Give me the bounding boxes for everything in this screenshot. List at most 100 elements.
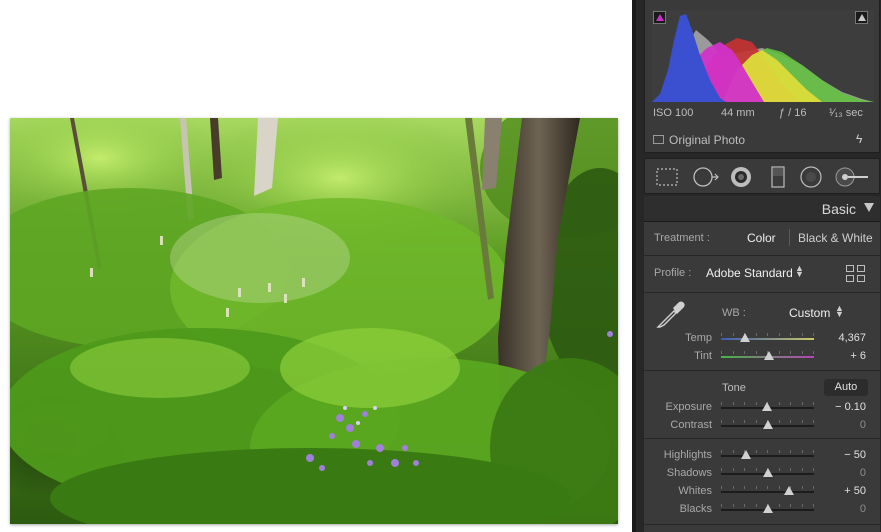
slider-tick	[721, 420, 722, 423]
slider-tick	[756, 504, 757, 507]
slider-tick	[733, 351, 734, 354]
shadows-value[interactable]: 0	[860, 467, 866, 479]
whites-slider[interactable]: Whites + 50	[644, 484, 880, 500]
treatment-color-button[interactable]: Color	[747, 231, 776, 245]
tint-thumb[interactable]	[764, 351, 775, 360]
highlights-track[interactable]	[721, 455, 814, 457]
slider-tick	[802, 351, 803, 354]
divider	[644, 438, 880, 439]
highlights-value[interactable]: − 50	[844, 449, 866, 461]
slider-tick	[779, 504, 780, 507]
wb-dropdown[interactable]: Custom	[789, 306, 830, 320]
highlight-clipping-button[interactable]	[855, 11, 868, 24]
slider-tick	[721, 504, 722, 507]
slider-tick	[756, 468, 757, 471]
slider-tick	[733, 486, 734, 489]
temp-track[interactable]	[721, 338, 814, 340]
highlights-slider[interactable]: Highlights − 50	[644, 448, 880, 464]
slider-tick	[733, 402, 734, 405]
slider-tick	[756, 402, 757, 405]
shadows-thumb[interactable]	[762, 468, 773, 477]
slider-tick	[744, 504, 745, 507]
original-photo-row: Original Photo ϟ	[645, 130, 881, 148]
treatment-label: Treatment :	[654, 232, 710, 244]
radial-filter-icon[interactable]	[799, 165, 823, 189]
adjustment-brush-icon[interactable]	[835, 165, 871, 189]
exif-aperture: ƒ / 16	[779, 107, 807, 119]
slider-tick	[813, 486, 814, 489]
slider-ticks	[721, 450, 814, 454]
blacks-thumb[interactable]	[762, 504, 773, 513]
slider-tick	[756, 351, 757, 354]
slider-tick	[744, 420, 745, 423]
slider-tick	[802, 333, 803, 336]
profile-label: Profile :	[654, 267, 692, 279]
tint-label: Tint	[694, 350, 712, 362]
slider-ticks	[721, 333, 814, 337]
exposure-thumb[interactable]	[761, 402, 772, 411]
preview-photo[interactable]	[10, 118, 618, 524]
treatment-bw-button[interactable]: Black & White	[798, 231, 873, 245]
profile-dropdown[interactable]: Adobe Standard	[706, 266, 793, 280]
highlights-thumb[interactable]	[741, 450, 752, 459]
shadow-clipping-button[interactable]	[653, 11, 666, 24]
eyedropper-icon[interactable]	[654, 297, 688, 331]
slider-tick	[802, 402, 803, 405]
slider-tick	[802, 450, 803, 453]
develop-right-panel: ISO 100 44 mm ƒ / 16 ¹⁄₁₃ sec Original P…	[636, 0, 881, 532]
contrast-thumb[interactable]	[762, 420, 773, 429]
exif-focal-length: 44 mm	[721, 107, 755, 119]
temp-slider[interactable]: Temp 4,367	[644, 331, 880, 347]
divider	[644, 255, 880, 256]
auto-tone-button[interactable]: Auto	[824, 379, 868, 396]
graduated-filter-icon[interactable]	[766, 165, 790, 189]
spot-removal-icon[interactable]	[692, 165, 719, 189]
slider-tick	[721, 402, 722, 405]
slider-tick	[721, 333, 722, 336]
exposure-slider[interactable]: Exposure − 0.10	[644, 400, 880, 416]
slider-tick	[756, 486, 757, 489]
highlights-label: Highlights	[663, 449, 712, 461]
temp-label: Temp	[685, 332, 712, 344]
red-eye-icon[interactable]	[729, 165, 753, 189]
exposure-value[interactable]: − 0.10	[835, 401, 866, 413]
slider-tick	[813, 420, 814, 423]
crop-overlay-icon[interactable]	[655, 165, 679, 189]
slider-tick	[813, 351, 814, 354]
whites-thumb[interactable]	[783, 486, 794, 495]
blacks-slider[interactable]: Blacks 0	[644, 502, 880, 518]
histogram-panel[interactable]: ISO 100 44 mm ƒ / 16 ¹⁄₁₃ sec Original P…	[644, 0, 880, 153]
basic-section-title: Basic	[821, 201, 856, 217]
blacks-value[interactable]: 0	[860, 503, 866, 515]
exif-shutter-speed: ¹⁄₁₃ sec	[829, 107, 863, 119]
tint-slider[interactable]: Tint + 6	[644, 349, 880, 365]
updown-arrows-icon[interactable]: ▲ ▼	[835, 304, 844, 319]
whites-track[interactable]	[721, 491, 814, 493]
slider-tick	[779, 468, 780, 471]
original-photo-checkbox[interactable]	[653, 135, 664, 144]
slider-tick	[721, 351, 722, 354]
forest-photo-image	[10, 118, 618, 524]
temp-thumb[interactable]	[740, 333, 751, 342]
tool-strip	[644, 158, 880, 194]
collapse-triangle-icon[interactable]	[864, 203, 874, 212]
blacks-label: Blacks	[679, 503, 712, 515]
slider-tick	[733, 333, 734, 336]
contrast-value[interactable]: 0	[860, 419, 866, 431]
whites-value[interactable]: + 50	[844, 485, 866, 497]
profile-browser-grid-icon[interactable]	[846, 265, 865, 282]
slider-tick	[744, 486, 745, 489]
contrast-slider[interactable]: Contrast 0	[644, 418, 880, 434]
whites-label: Whites	[678, 485, 712, 497]
temp-value[interactable]: 4,367	[838, 332, 866, 344]
updown-arrows-icon[interactable]: ▲ ▼	[795, 264, 804, 279]
treatment-separator	[789, 229, 790, 246]
slider-tick	[733, 468, 734, 471]
tint-value[interactable]: + 6	[850, 350, 866, 362]
photo-canvas-area	[0, 0, 632, 532]
slider-tick	[779, 420, 780, 423]
basic-section-header[interactable]: Basic	[644, 196, 880, 222]
wb-label: WB :	[722, 307, 746, 319]
slider-tick	[802, 468, 803, 471]
shadows-slider[interactable]: Shadows 0	[644, 466, 880, 482]
